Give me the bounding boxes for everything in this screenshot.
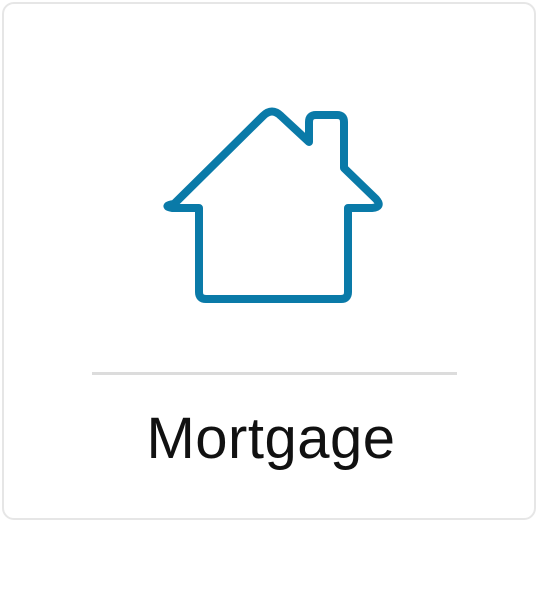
divider	[92, 372, 457, 375]
tile-label: Mortgage	[146, 406, 396, 471]
house-icon	[159, 102, 385, 306]
mortgage-tile[interactable]: Mortgage	[2, 2, 536, 520]
